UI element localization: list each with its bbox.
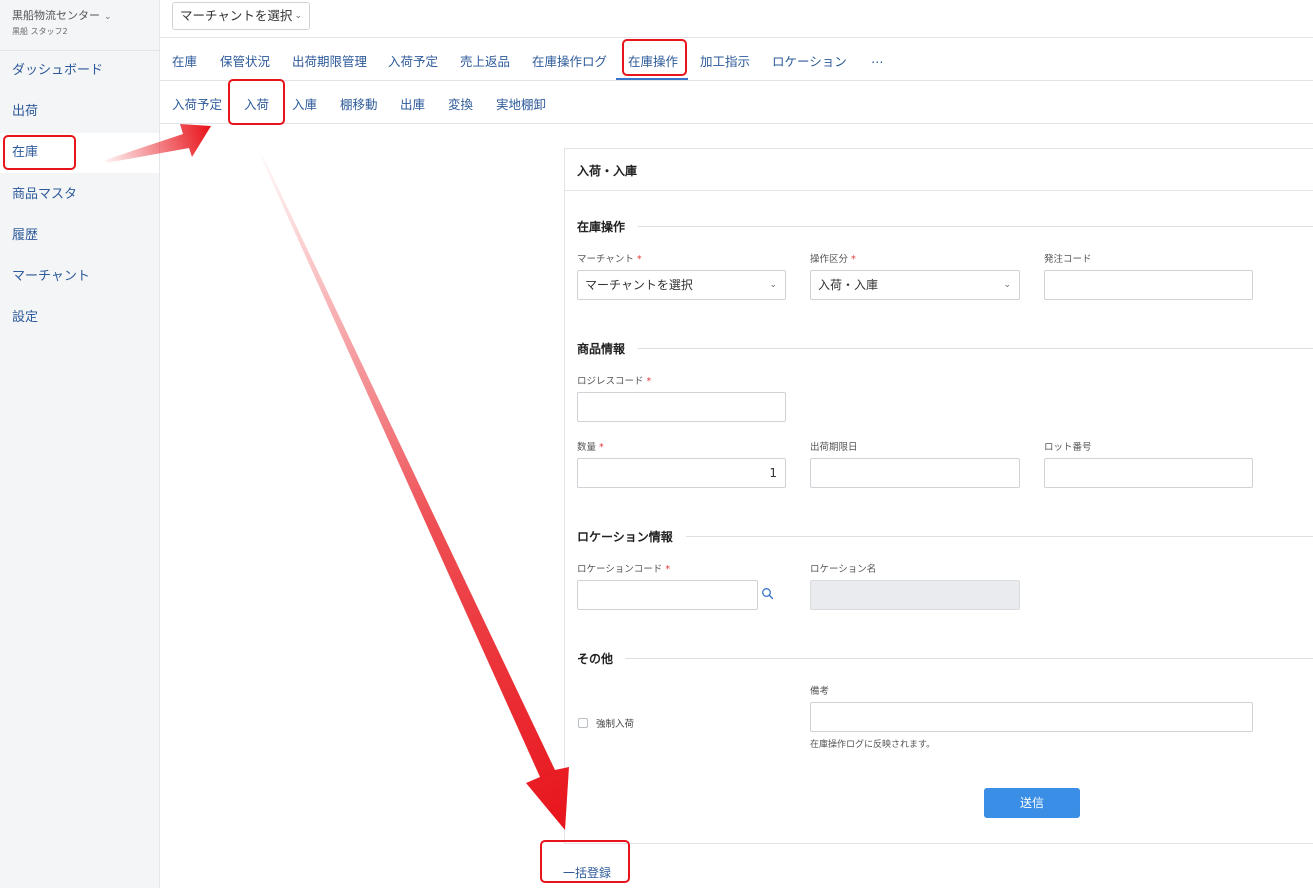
highlight-arrival-subtab (228, 79, 285, 125)
arrow-to-arrival-subtab (105, 124, 211, 163)
highlight-bulk-register (540, 840, 630, 883)
arrow-to-bulk-register (260, 154, 569, 830)
annotation-arrows (105, 124, 569, 830)
highlight-inventory-menu (3, 135, 76, 170)
highlight-operation-tab (622, 39, 687, 76)
